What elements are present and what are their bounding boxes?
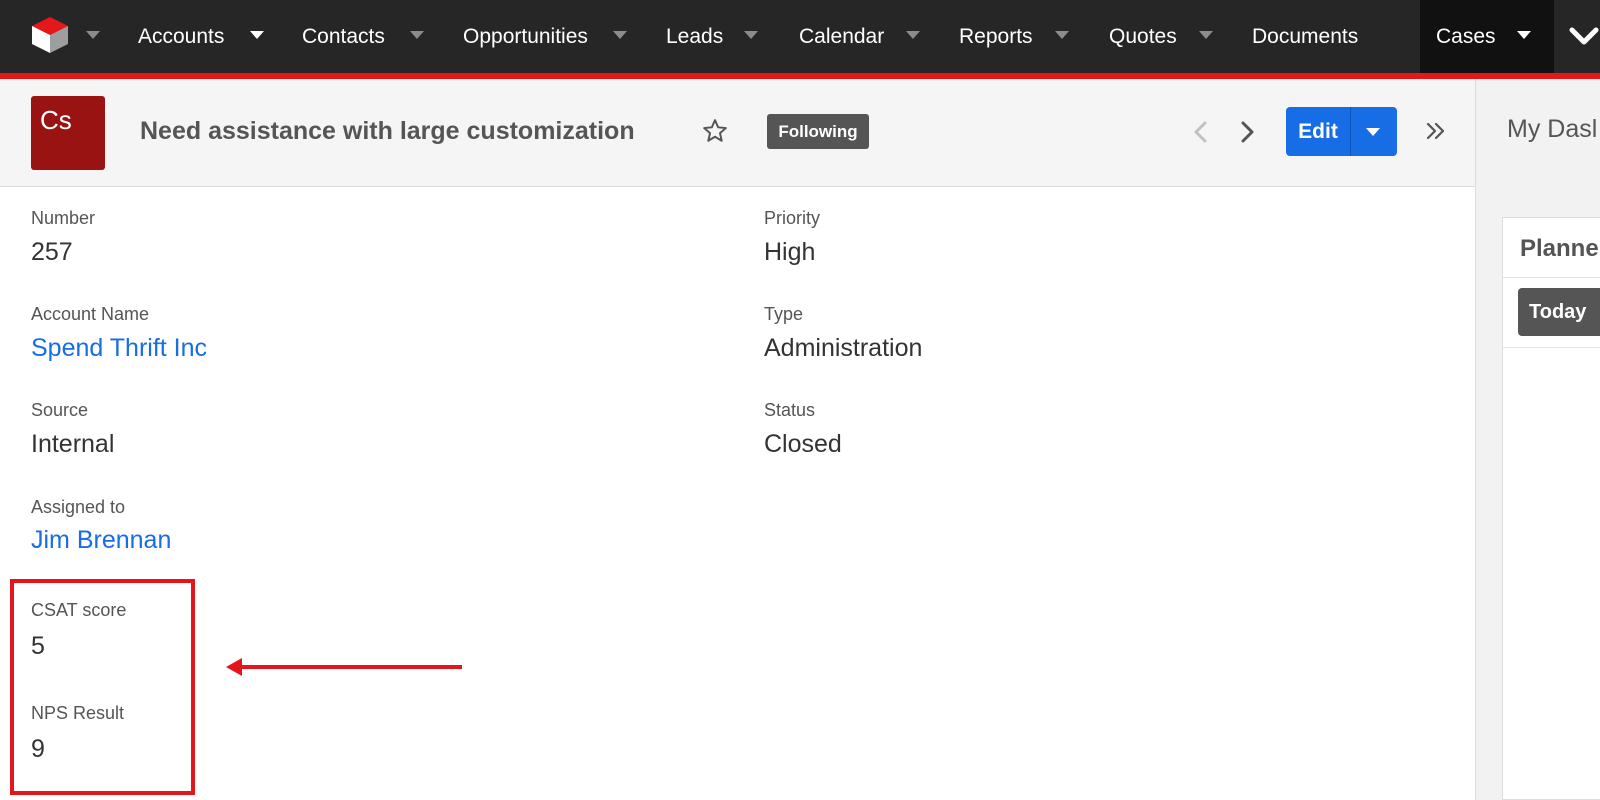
assigned-to-label: Assigned to xyxy=(31,497,126,517)
top-navigation-bar: Accounts Contacts Opportunities Leads Ca… xyxy=(0,0,1600,73)
today-button[interactable]: Today xyxy=(1518,288,1600,336)
divider xyxy=(1503,347,1600,348)
cube-logo-icon[interactable] xyxy=(30,15,70,55)
edit-button[interactable]: Edit xyxy=(1286,107,1350,156)
status-label: Status xyxy=(764,400,816,420)
star-outline-icon[interactable] xyxy=(702,118,728,144)
account-name-label: Account Name xyxy=(31,304,150,324)
nav-item-cases[interactable]: Cases xyxy=(1436,0,1496,73)
type-value[interactable]: Administration xyxy=(764,334,922,363)
priority-value[interactable]: High xyxy=(764,238,815,267)
edit-actions-chevron-down-icon[interactable] xyxy=(1366,128,1380,136)
chevron-left-icon[interactable] xyxy=(1190,119,1212,145)
reports-chevron-down-icon[interactable] xyxy=(1055,31,1069,39)
leads-chevron-down-icon[interactable] xyxy=(744,31,758,39)
annotation-highlight-box xyxy=(10,579,195,795)
nav-item-contacts[interactable]: Contacts xyxy=(302,0,385,73)
edit-button-group: Edit xyxy=(1286,107,1397,156)
priority-label: Priority xyxy=(764,208,821,228)
chevron-right-icon[interactable] xyxy=(1236,119,1258,145)
assigned-to-link[interactable]: Jim Brennan xyxy=(31,526,171,555)
module-badge: Cs xyxy=(31,96,105,170)
account-name-link[interactable]: Spend Thrift Inc xyxy=(31,334,207,363)
cases-chevron-down-icon[interactable] xyxy=(1517,31,1531,39)
page-title: Need assistance with large customization xyxy=(140,117,635,145)
accounts-chevron-down-icon[interactable] xyxy=(250,31,264,39)
divider xyxy=(1503,277,1600,278)
calendar-chevron-down-icon[interactable] xyxy=(906,31,920,39)
source-value[interactable]: Internal xyxy=(31,430,114,459)
nav-item-accounts[interactable]: Accounts xyxy=(138,0,224,73)
nav-item-reports[interactable]: Reports xyxy=(959,0,1033,73)
dashboard-title[interactable]: My Dasl xyxy=(1507,115,1597,144)
type-label: Type xyxy=(764,304,804,324)
edit-divider xyxy=(1350,107,1351,156)
following-button[interactable]: Following xyxy=(767,114,869,149)
nav-item-calendar[interactable]: Calendar xyxy=(799,0,884,73)
source-label: Source xyxy=(31,400,89,420)
quotes-chevron-down-icon[interactable] xyxy=(1199,31,1213,39)
double-chevron-right-icon[interactable] xyxy=(1424,118,1448,144)
nav-item-documents[interactable]: Documents xyxy=(1252,0,1358,73)
annotation-arrow-left-icon xyxy=(226,658,462,676)
nav-item-leads[interactable]: Leads xyxy=(666,0,723,73)
number-label: Number xyxy=(31,208,96,228)
chevron-down-icon[interactable] xyxy=(1568,20,1600,52)
nav-item-opportunities[interactable]: Opportunities xyxy=(463,0,588,73)
nav-item-quotes[interactable]: Quotes xyxy=(1109,0,1177,73)
logo-menu-chevron-down-icon[interactable] xyxy=(86,31,100,39)
status-value[interactable]: Closed xyxy=(764,430,842,459)
opportunities-chevron-down-icon[interactable] xyxy=(613,31,627,39)
contacts-chevron-down-icon[interactable] xyxy=(410,31,424,39)
planner-title: Planne xyxy=(1520,235,1599,262)
number-value[interactable]: 257 xyxy=(31,238,73,267)
